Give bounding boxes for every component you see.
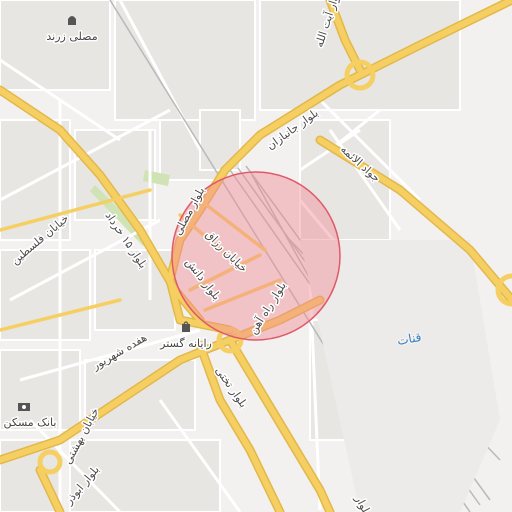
bank-icon bbox=[18, 403, 30, 411]
poi-label-rayaneh-gostar: رایانه گستر bbox=[159, 337, 212, 350]
map-svg: بلوار آیت الله بلوار جانبازان جواد الائم… bbox=[0, 0, 512, 512]
map-canvas[interactable]: بلوار آیت الله بلوار جانبازان جواد الائم… bbox=[0, 0, 512, 512]
poi-label-bank-maskan: بانک مسکن bbox=[4, 416, 57, 429]
poi-label-mosalla-zarand: مصلی زرند bbox=[46, 30, 97, 43]
